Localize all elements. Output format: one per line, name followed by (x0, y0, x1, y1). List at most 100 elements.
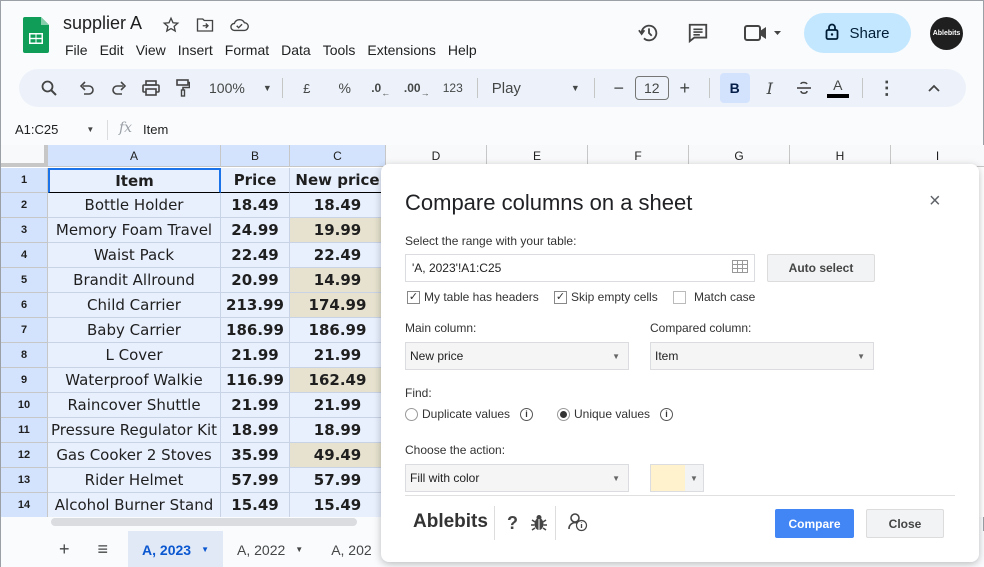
table-cell[interactable]: 18.99 (221, 418, 290, 443)
table-cell[interactable]: 15.49 (290, 493, 386, 517)
sheets-logo-icon[interactable] (23, 17, 49, 53)
table-cell[interactable]: 22.49 (290, 243, 386, 268)
print-icon[interactable] (137, 74, 165, 102)
table-cell[interactable]: 174.99 (290, 293, 386, 318)
decrease-decimal-button[interactable]: .0 ← (367, 74, 395, 102)
table-cell[interactable]: Baby Carrier (48, 318, 221, 343)
match-case-checkbox[interactable]: Match case (673, 290, 755, 304)
duplicate-values-radio[interactable]: Duplicate values i (405, 407, 534, 421)
table-cell[interactable]: 15.49 (221, 493, 290, 517)
table-cell[interactable]: 24.99 (221, 218, 290, 243)
table-cell[interactable]: Waist Pack (48, 243, 221, 268)
header-cell[interactable]: Item (48, 168, 221, 193)
collapse-toolbar-icon[interactable] (920, 74, 948, 102)
table-cell[interactable]: Pressure Regulator Kit (48, 418, 221, 443)
italic-button[interactable]: I (756, 74, 784, 102)
skip-empty-checkbox[interactable]: ✓ Skip empty cells (554, 290, 658, 304)
decrease-font-size-button[interactable]: − (605, 74, 633, 102)
bug-report-icon[interactable] (531, 514, 547, 537)
table-cell[interactable]: 18.49 (290, 193, 386, 218)
row-header[interactable]: 11 (1, 418, 48, 443)
table-cell[interactable]: 18.49 (221, 193, 290, 218)
table-cell[interactable]: 21.99 (290, 393, 386, 418)
table-cell[interactable]: Brandit Allround (48, 268, 221, 293)
table-cell[interactable]: L Cover (48, 343, 221, 368)
menu-insert[interactable]: Insert (172, 40, 219, 60)
search-icon[interactable] (35, 74, 63, 102)
table-cell[interactable]: 186.99 (290, 318, 386, 343)
table-cell[interactable]: 18.99 (290, 418, 386, 443)
cloud-saved-icon[interactable] (229, 15, 249, 35)
menu-view[interactable]: View (130, 40, 172, 60)
currency-format-button[interactable]: £ (293, 74, 321, 102)
star-icon[interactable] (161, 15, 181, 35)
table-cell[interactable]: 57.99 (221, 468, 290, 493)
formula-input[interactable]: Item (143, 122, 168, 137)
text-color-button[interactable]: A (824, 74, 852, 102)
more-formats-button[interactable]: 123 (439, 74, 467, 102)
table-cell[interactable]: Memory Foam Travel (48, 218, 221, 243)
horizontal-scrollbar[interactable] (51, 518, 357, 526)
comments-icon[interactable] (681, 16, 715, 50)
row-header[interactable]: 6 (1, 293, 48, 318)
bold-button[interactable]: B (719, 73, 750, 103)
row-header[interactable]: 3 (1, 218, 48, 243)
row-header[interactable]: 2 (1, 193, 48, 218)
name-box[interactable]: A1:C25 ▼ (15, 122, 94, 137)
table-cell[interactable]: Gas Cooker 2 Stoves (48, 443, 221, 468)
table-cell[interactable]: 35.99 (221, 443, 290, 468)
more-options-icon[interactable]: ⋮ (873, 74, 901, 102)
close-icon[interactable]: × (929, 190, 941, 213)
header-cell[interactable]: New price (290, 168, 386, 193)
menu-format[interactable]: Format (219, 40, 275, 60)
table-cell[interactable]: 57.99 (290, 468, 386, 493)
move-to-folder-icon[interactable] (195, 15, 215, 35)
video-camera-icon[interactable] (739, 16, 787, 50)
fill-color-picker[interactable]: ▼ (650, 464, 704, 492)
row-header[interactable]: 9 (1, 368, 48, 393)
menu-file[interactable]: File (59, 40, 94, 60)
range-input[interactable]: 'A, 2023'!A1:C25 (405, 254, 755, 282)
row-header[interactable]: 10 (1, 393, 48, 418)
table-cell[interactable]: 186.99 (221, 318, 290, 343)
redo-icon[interactable] (105, 74, 133, 102)
compare-button[interactable]: Compare (775, 509, 854, 538)
row-header[interactable]: 13 (1, 468, 48, 493)
header-cell[interactable]: Price (221, 168, 290, 193)
row-header[interactable]: 5 (1, 268, 48, 293)
table-cell[interactable]: 19.99 (290, 218, 386, 243)
auto-select-button[interactable]: Auto select (767, 254, 875, 282)
table-cell[interactable]: 21.99 (221, 343, 290, 368)
table-cell[interactable]: Waterproof Walkie (48, 368, 221, 393)
table-cell[interactable]: 49.49 (290, 443, 386, 468)
undo-icon[interactable] (73, 74, 101, 102)
info-icon[interactable]: i (660, 407, 674, 421)
table-cell[interactable]: Bottle Holder (48, 193, 221, 218)
menu-data[interactable]: Data (275, 40, 317, 60)
privacy-info-icon[interactable] (567, 512, 589, 537)
sheet-tab-a-202x[interactable]: A, 202 (317, 531, 385, 567)
table-cell[interactable]: Alcohol Burner Stand (48, 493, 221, 517)
row-header[interactable]: 14 (1, 493, 48, 517)
table-cell[interactable]: Child Carrier (48, 293, 221, 318)
column-header-b[interactable]: B (221, 145, 290, 167)
font-family-select[interactable]: Play ▼ (488, 74, 584, 102)
info-icon[interactable]: i (520, 407, 534, 421)
zoom-select[interactable]: 100% ▼ (209, 74, 272, 102)
table-cell[interactable]: 20.99 (221, 268, 290, 293)
select-all-corner[interactable] (1, 145, 48, 167)
add-sheet-button[interactable]: + (45, 531, 84, 567)
document-title[interactable]: supplier A (63, 13, 142, 34)
compared-column-select[interactable]: Item ▼ (650, 342, 874, 370)
close-button[interactable]: Close (866, 509, 944, 538)
table-cell[interactable]: 14.99 (290, 268, 386, 293)
strikethrough-icon[interactable] (790, 74, 818, 102)
action-select[interactable]: Fill with color ▼ (405, 464, 629, 492)
row-header[interactable]: 8 (1, 343, 48, 368)
sheet-tab-a-2022[interactable]: A, 2022 ▼ (223, 531, 317, 567)
column-header-a[interactable]: A (48, 145, 221, 167)
increase-decimal-button[interactable]: .00 → (403, 74, 431, 102)
sheet-tab-a-2023[interactable]: A, 2023 ▼ (128, 531, 223, 567)
table-cell[interactable]: 22.49 (221, 243, 290, 268)
row-header[interactable]: 12 (1, 443, 48, 468)
